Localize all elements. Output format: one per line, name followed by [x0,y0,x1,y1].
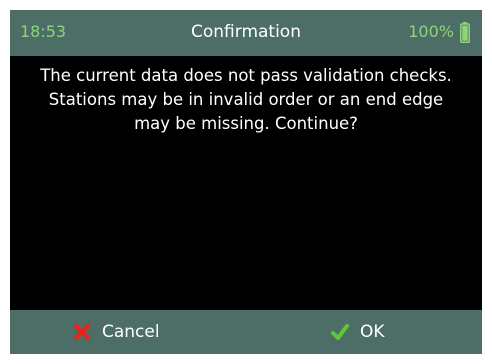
battery-status: 100% [408,20,470,44]
battery-icon [460,21,470,43]
cancel-button[interactable]: Cancel [72,310,160,354]
ok-button[interactable]: OK [330,310,385,354]
ok-label: OK [360,322,385,342]
green-check-icon [330,322,360,342]
battery-percent: 100% [408,22,454,41]
cancel-label: Cancel [102,322,160,342]
confirmation-message: The current data does not pass validatio… [40,66,452,133]
soft-key-bar: Cancel OK [10,310,482,354]
device-frame: 18:53 Confirmation 100% The current data… [0,0,492,364]
status-bar: 18:53 Confirmation 100% [10,10,482,56]
device-screen: 18:53 Confirmation 100% The current data… [10,10,482,354]
red-x-icon [72,322,102,342]
